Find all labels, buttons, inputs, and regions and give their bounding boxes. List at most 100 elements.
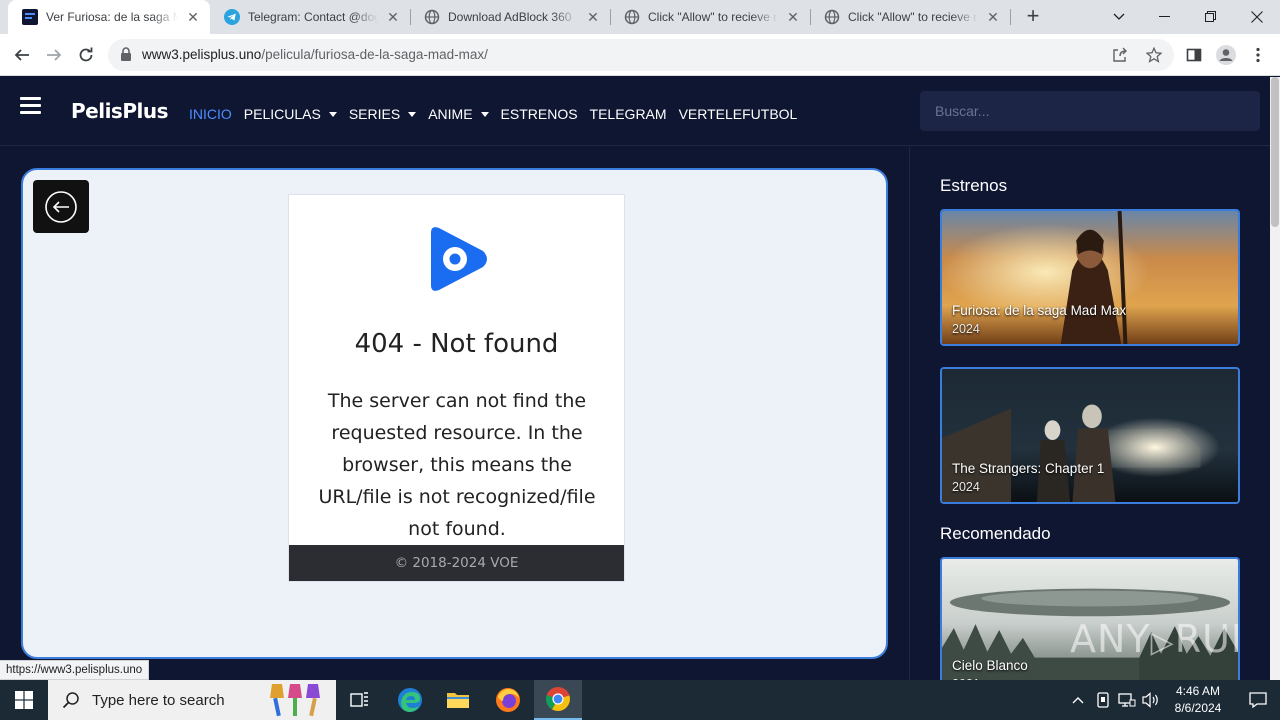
side-panel-icon[interactable] xyxy=(1180,41,1208,69)
reload-icon[interactable] xyxy=(72,41,100,69)
recomendado-heading: Recomendado xyxy=(940,524,1051,543)
notification-center-icon[interactable] xyxy=(1236,680,1280,720)
file-explorer-icon[interactable] xyxy=(434,680,482,720)
url-host: www3.pelisplus.uno xyxy=(142,47,262,62)
minimize-button[interactable] xyxy=(1142,0,1188,34)
movie-card-furiosa[interactable]: Furiosa: de la saga Mad Max 2024 xyxy=(940,209,1240,346)
tab-furiosa[interactable]: Ver Furiosa: de la saga Mad Max ✕ xyxy=(8,0,210,34)
lock-icon[interactable] xyxy=(120,47,134,63)
search-icon xyxy=(62,692,79,709)
tray-chevron-up-icon[interactable] xyxy=(1068,680,1088,720)
chrome-icon[interactable] xyxy=(534,680,582,720)
caret-down-icon xyxy=(328,111,337,117)
more-menu-icon[interactable] xyxy=(1244,41,1272,69)
close-window-button[interactable] xyxy=(1234,0,1280,34)
voe-play-logo-icon xyxy=(431,227,487,291)
browser-tab-strip: Ver Furiosa: de la saga Mad Max ✕ Telegr… xyxy=(0,0,1280,34)
back-arrow-icon[interactable] xyxy=(8,41,36,69)
nav-series[interactable]: SERIES xyxy=(348,106,417,122)
taskbar-search-box[interactable]: Type here to search xyxy=(48,680,336,720)
close-tab-icon[interactable]: ✕ xyxy=(784,8,802,26)
forward-arrow-icon[interactable] xyxy=(40,41,68,69)
movie-year: 2024 xyxy=(952,322,980,336)
movie-card-cielo-blanco[interactable]: ANY▷RUN Cielo Blanco 2021 xyxy=(940,557,1240,687)
tab-telegram[interactable]: Telegram: Contact @dog ✕ xyxy=(210,0,410,34)
close-tab-icon[interactable]: ✕ xyxy=(984,8,1002,26)
taskbar-clock[interactable]: 4:46 AM 8/6/2024 xyxy=(1162,683,1234,717)
movie-title: The Strangers: Chapter 1 xyxy=(952,461,1105,476)
status-bar-url: https://www3.pelisplus.uno xyxy=(0,660,150,680)
nav-vertelefutbol[interactable]: VERTELEFUTBOL xyxy=(679,106,798,122)
tab-title: Click "Allow" to recieve notifications xyxy=(648,10,778,24)
site-header: PelisPlus INICIO PELICULAS SERIES ANIME … xyxy=(0,77,1270,146)
nav-label: TELEGRAM xyxy=(589,106,667,122)
browser-toolbar: www3.pelisplus.uno/pelicula/furiosa-de-l… xyxy=(0,34,1280,76)
telegram-icon xyxy=(224,9,240,25)
sidebar: Estrenos Furiosa: de la saga Mad Max 202… xyxy=(909,147,1270,687)
nav-label: SERIES xyxy=(348,106,401,122)
device-icon[interactable] xyxy=(1092,680,1114,720)
nav-label: VERTELEFUTBOL xyxy=(678,106,798,122)
error-title: 404 - Not found xyxy=(354,329,559,359)
url-text: www3.pelisplus.uno/pelicula/furiosa-de-l… xyxy=(142,47,488,62)
task-view-icon[interactable] xyxy=(336,680,384,720)
tab-search-chevron-icon[interactable] xyxy=(1096,0,1142,34)
clock-date: 8/6/2024 xyxy=(1174,701,1222,715)
movie-title: Cielo Blanco xyxy=(952,658,1028,673)
globe-icon xyxy=(824,9,840,25)
tab-title: Telegram: Contact @dog xyxy=(248,10,378,24)
profile-avatar-icon[interactable] xyxy=(1212,41,1240,69)
windows-start-icon[interactable] xyxy=(0,680,48,720)
back-button[interactable] xyxy=(33,180,89,233)
edge-browser-icon[interactable] xyxy=(386,680,434,720)
nav-label: ANIME xyxy=(428,106,473,122)
nav-anime[interactable]: ANIME xyxy=(428,106,489,122)
estrenos-heading: Estrenos xyxy=(940,176,1008,195)
nav-label: ESTRENOS xyxy=(500,106,578,122)
restore-button[interactable] xyxy=(1188,0,1234,34)
close-tab-icon[interactable]: ✕ xyxy=(384,8,402,26)
site-logo[interactable]: PelisPlus xyxy=(71,99,169,123)
tab-separator xyxy=(1010,9,1011,25)
movie-card-strangers[interactable]: The Strangers: Chapter 1 2024 xyxy=(940,367,1240,504)
movie-year: 2024 xyxy=(952,480,980,494)
hamburger-menu-icon[interactable] xyxy=(20,97,41,115)
tab-allow-1[interactable]: Click "Allow" to recieve notifications ✕ xyxy=(610,0,810,34)
windows-taskbar: Type here to search 4:46 AM 8/6/2024 xyxy=(0,680,1280,720)
any-run-watermark: ANY▷RUN xyxy=(1070,617,1238,661)
error-card: 404 - Not found The server can not find … xyxy=(288,194,625,582)
clock-time: 4:46 AM xyxy=(1175,684,1221,698)
pelisplus-icon xyxy=(22,9,38,25)
close-tab-icon[interactable]: ✕ xyxy=(584,8,602,26)
page-scrollbar[interactable] xyxy=(1270,77,1280,680)
share-icon[interactable] xyxy=(1110,45,1130,65)
paintbrushes-icon xyxy=(270,684,320,717)
bookmark-star-icon[interactable] xyxy=(1144,45,1164,65)
video-player-frame: 404 - Not found The server can not find … xyxy=(21,168,888,659)
nav-inicio[interactable]: INICIO xyxy=(189,106,232,122)
tab-title: Click "Allow" to recieve notifications xyxy=(848,10,978,24)
scrollbar-thumb[interactable] xyxy=(1271,77,1279,227)
main-nav: INICIO PELICULAS SERIES ANIME ESTRENOS T… xyxy=(189,106,809,122)
address-bar[interactable]: www3.pelisplus.uno/pelicula/furiosa-de-l… xyxy=(108,39,1174,71)
caret-down-icon xyxy=(408,111,417,117)
firefox-icon[interactable] xyxy=(484,680,532,720)
tab-allow-2[interactable]: Click "Allow" to recieve notifications ✕ xyxy=(810,0,1010,34)
globe-icon xyxy=(424,9,440,25)
nav-label: PELICULAS xyxy=(243,106,321,122)
furiosa-poster xyxy=(942,211,1238,344)
network-icon[interactable] xyxy=(1116,680,1138,720)
nav-label: INICIO xyxy=(189,106,232,122)
nav-estrenos[interactable]: ESTRENOS xyxy=(501,106,578,122)
tab-title: Download AdBlock 360 xyxy=(448,10,572,24)
taskbar-search-placeholder: Type here to search xyxy=(92,691,225,709)
nav-telegram[interactable]: TELEGRAM xyxy=(590,106,667,122)
tab-adblock[interactable]: Download AdBlock 360 ✕ xyxy=(410,0,610,34)
site-search-input[interactable] xyxy=(920,91,1260,131)
volume-icon[interactable] xyxy=(1140,680,1162,720)
nav-peliculas[interactable]: PELICULAS xyxy=(244,106,337,122)
new-tab-button[interactable]: + xyxy=(1020,4,1046,30)
circle-arrow-left-icon xyxy=(45,190,77,223)
error-card-footer: © 2018-2024 VOE xyxy=(289,545,624,581)
close-tab-icon[interactable]: ✕ xyxy=(184,8,202,26)
